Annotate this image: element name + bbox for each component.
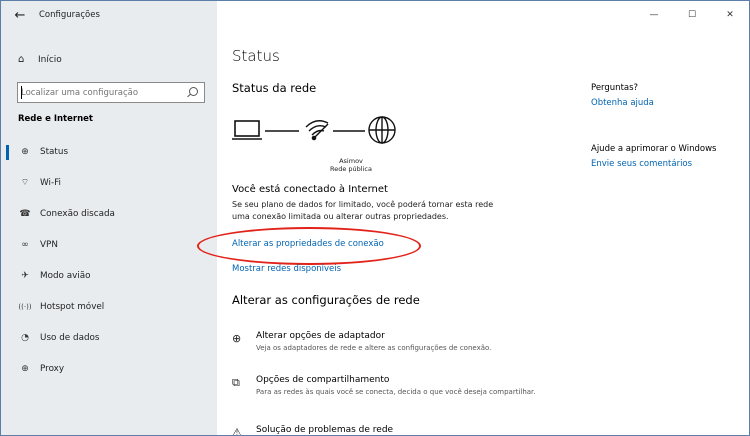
sidebar-item-wifi[interactable]: ⌔ Wi-Fi — [1, 167, 217, 198]
sidebar-item-label: Wi-Fi — [40, 177, 61, 188]
network-type: Rede pública — [330, 165, 372, 173]
network-name: Asimov — [339, 157, 363, 165]
network-diagram-graphic — [232, 116, 396, 144]
sidebar-item-label: Proxy — [40, 363, 65, 374]
app-title: Configurações — [39, 10, 100, 20]
title-bar: ← Configurações — [1, 1, 217, 29]
network-diagram: Asimov Rede pública — [232, 114, 442, 178]
nav-home[interactable]: ⌂ Início — [18, 54, 62, 65]
proxy-icon: ⊕ — [21, 363, 29, 374]
network-troubleshooter-item[interactable]: ⚠ Solução de problemas de rede — [232, 425, 552, 436]
wifi-icon: ⌔ — [20, 178, 30, 188]
sidebar-item-airplane[interactable]: ✈ Modo avião — [1, 260, 217, 291]
dialup-icon: ☎ — [19, 208, 31, 219]
option-title: Opções de compartilhamento — [256, 375, 390, 385]
option-desc: Veja os adaptadores de rede e altere as … — [256, 344, 492, 352]
airplane-icon: ✈ — [21, 270, 29, 281]
sidebar: ← Configurações ⌂ Início Rede e Internet… — [1, 1, 217, 435]
wifi-signal-icon — [305, 120, 329, 141]
sidebar-item-vpn[interactable]: ∞ VPN — [1, 229, 217, 260]
option-title: Alterar opções de adaptador — [256, 331, 385, 341]
change-connection-properties-link[interactable]: Alterar as propriedades de conexão — [232, 239, 384, 249]
sharing-icon: ⧉ — [232, 376, 240, 389]
sidebar-item-proxy[interactable]: ⊕ Proxy — [1, 353, 217, 384]
section-label: Rede e Internet — [18, 114, 93, 124]
laptop-icon — [232, 120, 262, 140]
settings-window: ← Configurações ⌂ Início Rede e Internet… — [0, 0, 750, 436]
sidebar-item-label: Status — [40, 146, 69, 157]
main-content: Status Status da rede Asimov Rede públic… — [197, 1, 749, 436]
sidebar-item-hotspot[interactable]: ((·)) Hotspot móvel — [1, 291, 217, 322]
option-title: Solução de problemas de rede — [256, 425, 394, 435]
search-icon[interactable] — [189, 87, 198, 96]
sidebar-item-label: Uso de dados — [40, 332, 100, 343]
adapter-icon: ⊕ — [232, 332, 242, 345]
sidebar-item-status[interactable]: ⊕ Status — [1, 136, 217, 167]
adapter-options-item[interactable]: ⊕ Alterar opções de adaptador Veja os ad… — [232, 331, 552, 353]
search-input[interactable] — [18, 84, 182, 101]
sharing-options-item[interactable]: ⧉ Opções de compartilhamento Para as red… — [232, 375, 552, 397]
improve-windows-label: Ajude a aprimorar o Windows — [591, 144, 717, 154]
send-feedback-link[interactable]: Envie seus comentários — [591, 159, 692, 169]
sidebar-item-dialup[interactable]: ☎ Conexão discada — [1, 198, 217, 229]
network-status-heading: Status da rede — [232, 81, 317, 95]
back-button[interactable]: ← — [7, 4, 33, 26]
questions-label: Perguntas? — [591, 83, 639, 93]
connected-title: Você está conectado à Internet — [232, 184, 388, 195]
sidebar-item-data-usage[interactable]: ◔ Uso de dados — [1, 322, 217, 353]
hotspot-icon: ((·)) — [18, 302, 32, 311]
show-available-networks-link[interactable]: Mostrar redes disponíveis — [232, 264, 341, 274]
globe-status-icon: ⊕ — [21, 146, 29, 157]
search-box[interactable] — [17, 82, 205, 103]
sidebar-item-label: Hotspot móvel — [40, 301, 105, 312]
nav-home-label: Início — [38, 54, 62, 65]
change-settings-heading: Alterar as configurações de rede — [232, 293, 420, 307]
option-desc: Para as redes às quais você se conecta, … — [256, 388, 536, 396]
text-caret — [21, 86, 22, 99]
get-help-link[interactable]: Obtenha ajuda — [591, 98, 654, 108]
nav-list: ⊕ Status ⌔ Wi-Fi ☎ Conexão discada ∞ VPN… — [1, 136, 217, 384]
sidebar-item-label: Modo avião — [40, 270, 91, 281]
warning-icon: ⚠ — [232, 426, 242, 436]
sidebar-item-label: VPN — [40, 239, 58, 250]
page-title: Status — [232, 47, 280, 65]
sidebar-item-label: Conexão discada — [40, 208, 115, 219]
data-usage-icon: ◔ — [21, 332, 29, 343]
connected-description: Se seu plano de dados for limitado, você… — [232, 200, 494, 221]
vpn-icon: ∞ — [21, 239, 29, 250]
home-icon: ⌂ — [18, 54, 25, 65]
globe-internet-icon — [368, 116, 396, 144]
